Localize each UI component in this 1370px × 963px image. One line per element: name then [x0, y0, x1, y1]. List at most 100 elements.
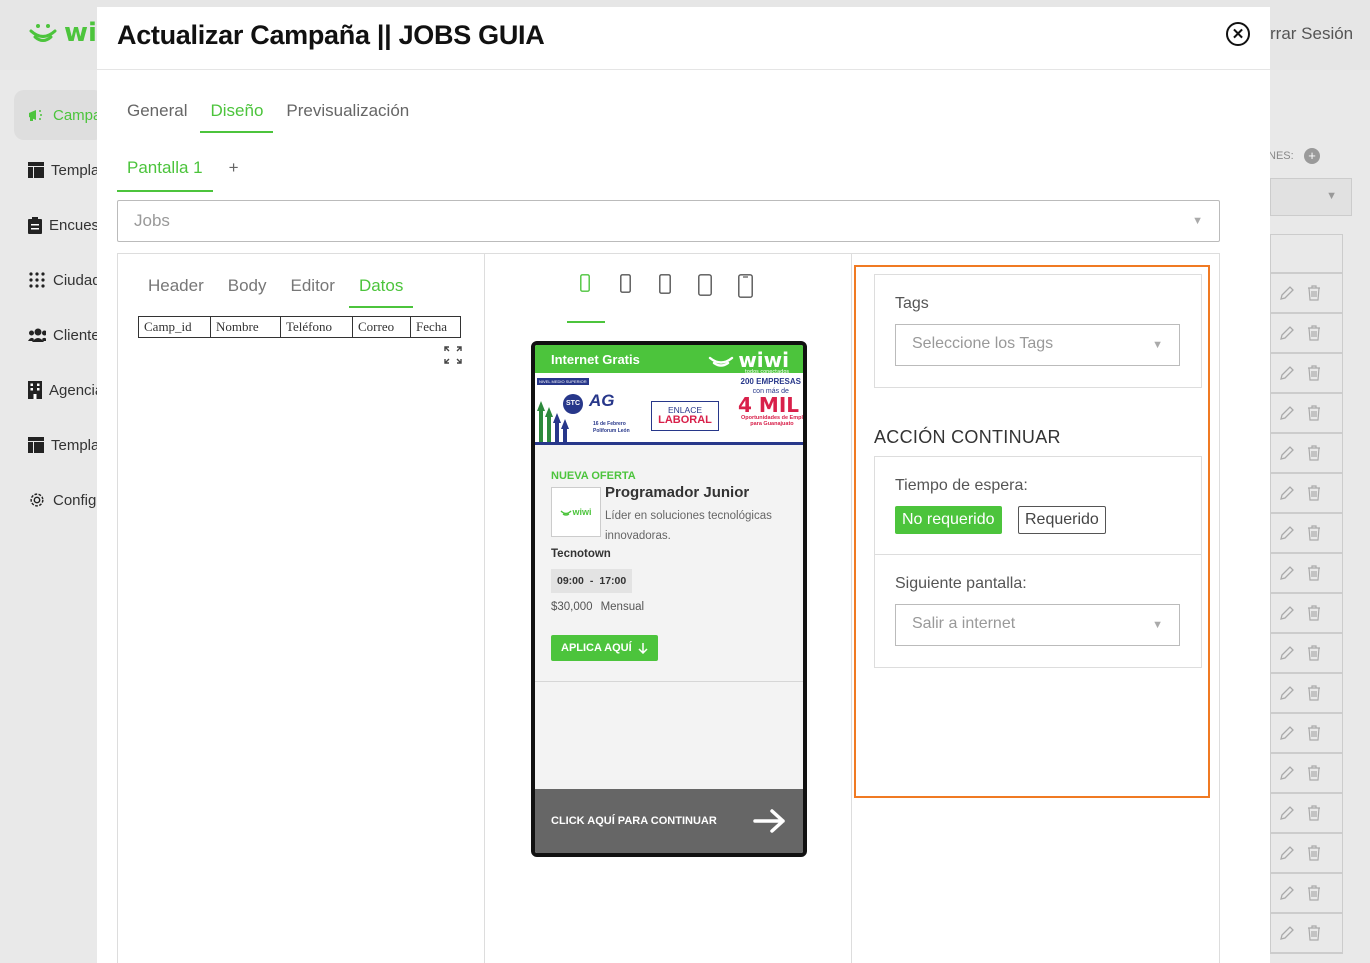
template-select[interactable]: Jobs ▼: [117, 200, 1220, 242]
trash-icon[interactable]: [1307, 365, 1321, 381]
close-icon[interactable]: ✕: [1226, 22, 1250, 46]
column-header: Correo: [352, 316, 411, 338]
chevron-down-icon: ▼: [1152, 619, 1163, 631]
sidebar-item-agencies[interactable]: Agencias: [14, 365, 104, 415]
chevron-down-icon: ▼: [1192, 215, 1203, 227]
trash-icon[interactable]: [1307, 685, 1321, 701]
logout-link[interactable]: rrar Sesión: [1270, 24, 1353, 44]
tab-design[interactable]: Diseño: [200, 93, 274, 133]
sidebar: Campañas Templates Encuestas Ciudades Cl…: [0, 70, 104, 963]
modal-tabs: General Diseño Previsualización: [117, 93, 422, 133]
pencil-icon[interactable]: [1279, 365, 1295, 381]
sidebar-item-templates[interactable]: Templates: [14, 145, 104, 195]
pencil-icon[interactable]: [1279, 525, 1295, 541]
trash-icon[interactable]: [1307, 445, 1321, 461]
table-row: [1271, 914, 1342, 954]
pencil-icon[interactable]: [1279, 685, 1295, 701]
tab-screen-1[interactable]: Pantalla 1: [117, 150, 213, 192]
background-table: [1270, 234, 1343, 954]
trash-icon[interactable]: [1307, 405, 1321, 421]
phone-medium-icon[interactable]: [605, 274, 645, 300]
phone-xl-icon[interactable]: [685, 274, 725, 300]
job-start-time: 09:00: [557, 575, 584, 587]
trash-icon[interactable]: [1307, 765, 1321, 781]
pencil-icon[interactable]: [1279, 885, 1295, 901]
job-salary-amount: $30,000: [551, 601, 593, 613]
column-header: Fecha: [410, 316, 461, 338]
trash-icon[interactable]: [1307, 885, 1321, 901]
pencil-icon[interactable]: [1279, 765, 1295, 781]
tab-body[interactable]: Body: [218, 272, 277, 308]
phone-small-icon[interactable]: [565, 274, 605, 300]
sidebar-item-templates-2[interactable]: Templates: [14, 420, 104, 470]
wiwi-smile-icon: [560, 510, 572, 516]
job-hours: 09:00 - 17:00: [551, 569, 633, 593]
pencil-icon[interactable]: [1279, 925, 1295, 941]
tab-general[interactable]: General: [117, 93, 197, 133]
table-row: [1271, 314, 1342, 354]
pencil-icon[interactable]: [1279, 485, 1295, 501]
editor-panel: Header Body Editor Datos Camp_id Nombre …: [118, 254, 485, 963]
filter-select[interactable]: [1270, 178, 1352, 216]
sidebar-item-cities[interactable]: Ciudades: [14, 255, 104, 305]
app-logo[interactable]: wi: [28, 18, 97, 48]
trash-icon[interactable]: [1307, 645, 1321, 661]
pencil-icon[interactable]: [1279, 405, 1295, 421]
template-icon: [28, 436, 44, 454]
wiwi-smile-icon: [29, 24, 57, 42]
tablet-icon[interactable]: [725, 274, 765, 300]
highlighted-settings: Tags Seleccione los Tags ▼ ACCIÓN CONTIN…: [854, 265, 1210, 798]
trash-icon[interactable]: [1307, 805, 1321, 821]
card-divider: [875, 554, 1201, 555]
required-button[interactable]: Requerido: [1018, 506, 1106, 534]
sidebar-item-surveys[interactable]: Encuestas: [14, 200, 104, 250]
trash-icon[interactable]: [1307, 325, 1321, 341]
apply-button[interactable]: APLICA AQUÍ: [551, 635, 658, 661]
table-header: [1271, 234, 1342, 274]
column-header: Nombre: [210, 316, 281, 338]
trash-icon[interactable]: [1307, 285, 1321, 301]
phone-large-icon[interactable]: [645, 274, 685, 300]
preview-divider: [535, 681, 803, 682]
preview-banner-image: NIVEL MEDIO SUPERIOR STC AG 16 de Febrer…: [535, 373, 803, 445]
trash-icon[interactable]: [1307, 565, 1321, 581]
pencil-icon[interactable]: [1279, 725, 1295, 741]
grid-dots-icon: [28, 271, 46, 289]
expand-icon[interactable]: [444, 346, 462, 364]
modal-header: Actualizar Campaña || JOBS GUIA ✕: [97, 7, 1270, 70]
sidebar-item-settings[interactable]: Configuración: [14, 475, 104, 525]
sidebar-item-clients[interactable]: Clientes: [14, 310, 104, 360]
tab-header[interactable]: Header: [138, 272, 214, 308]
pencil-icon[interactable]: [1279, 445, 1295, 461]
add-screen-button[interactable]: +: [213, 150, 255, 192]
tab-data[interactable]: Datos: [348, 272, 414, 308]
next-screen-select[interactable]: Salir a internet ▼: [895, 604, 1180, 646]
table-row: [1271, 394, 1342, 434]
pencil-icon[interactable]: [1279, 845, 1295, 861]
pencil-icon[interactable]: [1279, 325, 1295, 341]
trash-icon[interactable]: [1307, 485, 1321, 501]
pencil-icon[interactable]: [1279, 565, 1295, 581]
pencil-icon[interactable]: [1279, 605, 1295, 621]
settings-panel: Tags Seleccione los Tags ▼ ACCIÓN CONTIN…: [852, 254, 1221, 963]
tags-select[interactable]: Seleccione los Tags ▼: [895, 324, 1180, 366]
chevron-down-icon: ▼: [1152, 339, 1163, 351]
trash-icon[interactable]: [1307, 525, 1321, 541]
phone-preview: Internet Gratis wiwi todos conectados NI…: [531, 341, 807, 857]
pencil-icon[interactable]: [1279, 645, 1295, 661]
table-row: [1271, 434, 1342, 474]
pencil-icon[interactable]: [1279, 805, 1295, 821]
continue-button[interactable]: CLICK AQUÍ PARA CONTINUAR: [535, 789, 803, 853]
tab-editor[interactable]: Editor: [281, 272, 345, 308]
sidebar-item-campaigns[interactable]: Campañas: [14, 90, 104, 140]
table-row: [1271, 274, 1342, 314]
trash-icon[interactable]: [1307, 725, 1321, 741]
add-circle-icon[interactable]: +: [1304, 148, 1320, 164]
not-required-button[interactable]: No requerido: [895, 506, 1002, 534]
trash-icon[interactable]: [1307, 845, 1321, 861]
trash-icon[interactable]: [1307, 605, 1321, 621]
banner-stc-logo: STC: [563, 394, 583, 414]
pencil-icon[interactable]: [1279, 285, 1295, 301]
tab-preview[interactable]: Previsualización: [276, 93, 419, 133]
trash-icon[interactable]: [1307, 925, 1321, 941]
